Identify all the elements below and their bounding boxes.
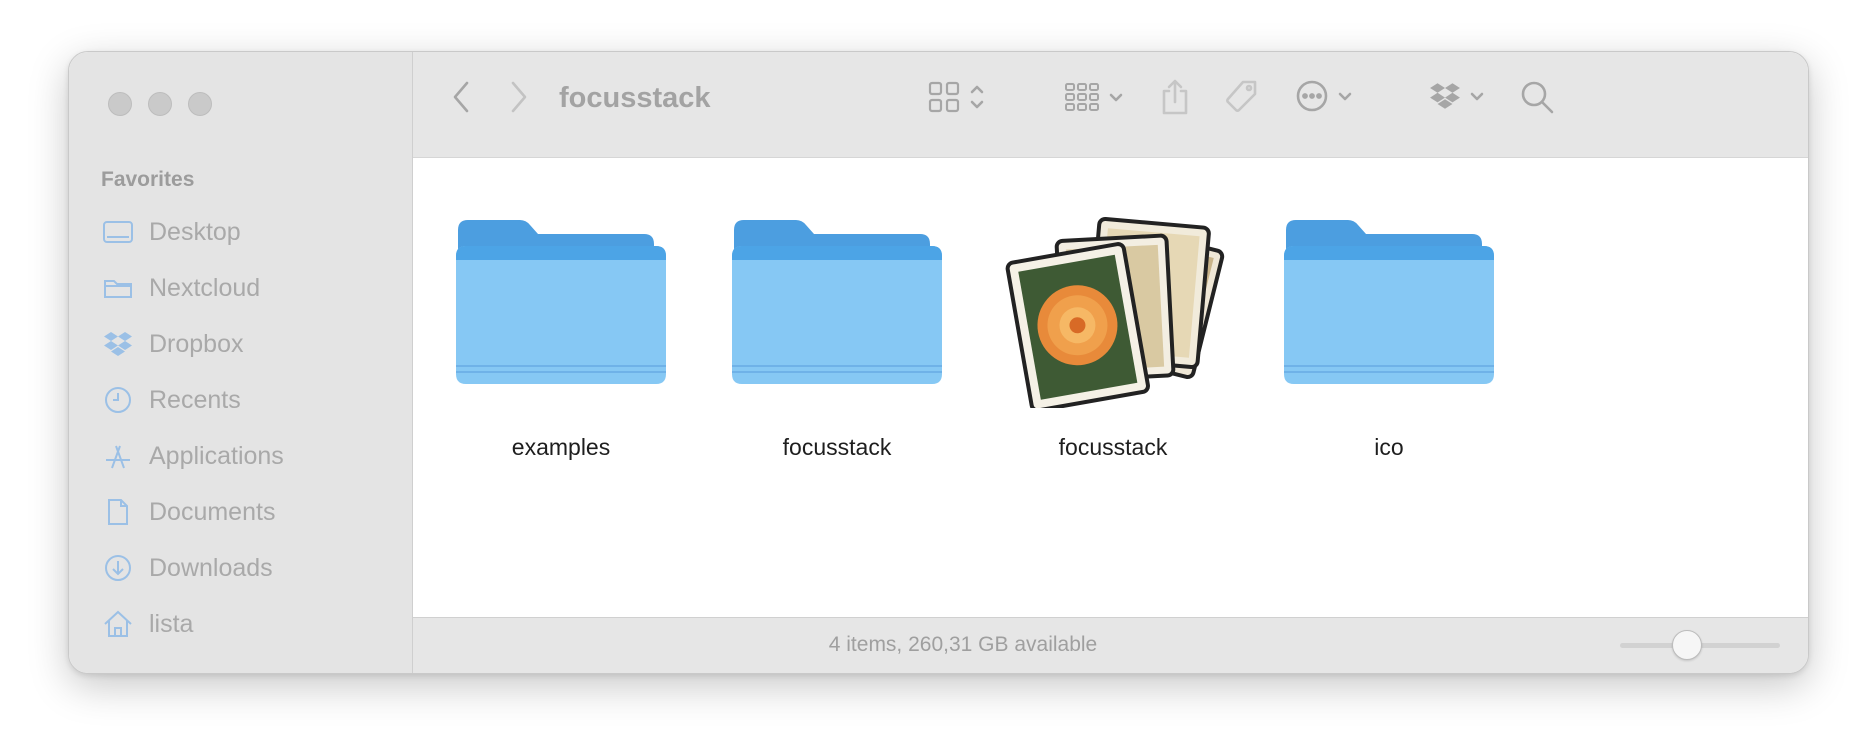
more-icon [1295, 79, 1329, 118]
dropbox-icon [1429, 82, 1461, 115]
share-icon[interactable] [1160, 78, 1190, 116]
dropbox-icon [103, 329, 133, 359]
close-button[interactable] [108, 92, 132, 116]
status-text: 4 items, 260,31 GB available [828, 633, 1098, 656]
download-icon [103, 553, 133, 583]
file-name: ico [1374, 434, 1404, 460]
sidebar-item-label: Applications [149, 441, 284, 470]
minimize-button[interactable] [148, 92, 172, 116]
sidebar-item-label: Desktop [149, 217, 241, 246]
sidebar-item-label: Downloads [149, 553, 273, 582]
sidebar-item-lista[interactable]: lista [103, 596, 284, 652]
slider-knob[interactable] [1672, 630, 1702, 660]
folder-icon [1274, 220, 1504, 402]
file-name: examples [511, 434, 611, 460]
sidebar-item-label: Dropbox [149, 329, 244, 358]
file-grid: examples focusstack focusstack ico [413, 158, 1808, 614]
file-item[interactable]: focusstack [998, 198, 1228, 460]
sidebar-item-nextcloud[interactable]: Nextcloud [103, 260, 284, 316]
icon-view-icon [927, 80, 961, 119]
window-title: focusstack [559, 82, 711, 114]
sidebar-item-label: Documents [149, 497, 276, 526]
file-item[interactable]: examples [446, 198, 676, 460]
sidebar-item-label: Nextcloud [149, 273, 261, 302]
finder-window: Favorites Desktop Nextcloud Dropbox Rece… [68, 51, 1809, 674]
toolbar: focusstack [413, 52, 1808, 158]
group-button[interactable] [1064, 82, 1124, 117]
search-icon[interactable] [1519, 79, 1555, 115]
favorites-heading: Favorites [101, 168, 195, 191]
chevron-updown-icon [969, 82, 985, 117]
sidebar-item-documents[interactable]: Documents [103, 484, 284, 540]
sidebar-item-dropbox[interactable]: Dropbox [103, 316, 284, 372]
sidebar-list: Desktop Nextcloud Dropbox Recents Applic… [103, 204, 284, 652]
folder-icon [722, 220, 952, 402]
back-icon[interactable] [451, 80, 471, 114]
desktop-icon [103, 217, 133, 247]
status-bar: 4 items, 260,31 GB available [413, 617, 1808, 673]
file-name: focusstack [1058, 434, 1168, 460]
file-item[interactable]: focusstack [722, 198, 952, 460]
file-item[interactable]: ico [1274, 198, 1504, 460]
app-photo-stack-icon [998, 216, 1228, 413]
traffic-lights [108, 92, 212, 116]
sidebar-item-downloads[interactable]: Downloads [103, 540, 284, 596]
home-icon [103, 609, 133, 639]
folder-icon [446, 220, 676, 402]
document-icon [103, 497, 133, 527]
group-icon [1064, 82, 1100, 117]
tag-icon[interactable] [1223, 79, 1259, 115]
more-button[interactable] [1295, 79, 1353, 118]
icon-view-button[interactable] [927, 80, 985, 119]
dropbox-button[interactable] [1429, 82, 1485, 115]
sidebar: Favorites Desktop Nextcloud Dropbox Rece… [69, 52, 413, 673]
applications-icon [103, 441, 133, 471]
file-name: focusstack [782, 434, 892, 460]
folder-icon [103, 273, 133, 303]
clock-icon [103, 385, 133, 415]
zoom-button[interactable] [188, 92, 212, 116]
sidebar-item-label: Recents [149, 385, 241, 414]
sidebar-item-desktop[interactable]: Desktop [103, 204, 284, 260]
sidebar-item-applications[interactable]: Applications [103, 428, 284, 484]
forward-icon[interactable] [509, 80, 529, 114]
sidebar-item-recents[interactable]: Recents [103, 372, 284, 428]
chevron-down-icon [1469, 90, 1485, 108]
chevron-down-icon [1337, 90, 1353, 108]
sidebar-item-label: lista [149, 609, 194, 638]
chevron-down-icon [1108, 91, 1124, 109]
